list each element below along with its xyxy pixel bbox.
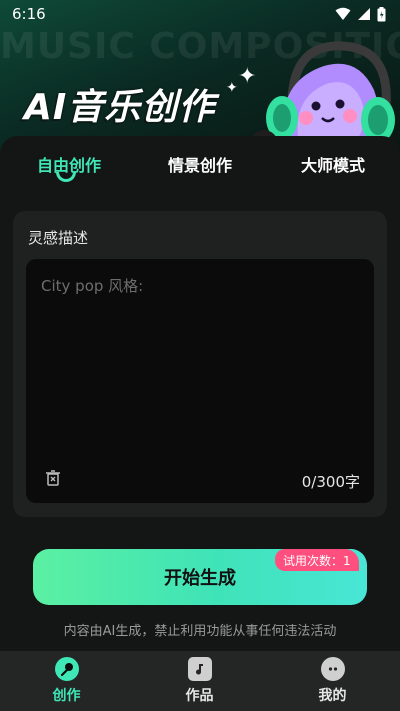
start-generate-label: 开始生成 (164, 568, 236, 589)
inspiration-label: 灵感描述 (28, 229, 89, 247)
signal-icon (358, 8, 370, 20)
inspiration-placeholder: City pop 风格: (41, 277, 144, 295)
bottom-nav: 创作 作品 我的 (0, 651, 400, 711)
status-time: 6:16 (12, 5, 46, 23)
nav-label-profile: 我的 (318, 688, 347, 704)
mic-icon (54, 657, 79, 681)
nav-item-works[interactable]: 作品 (133, 651, 266, 711)
nav-item-profile[interactable]: 我的 (266, 651, 399, 711)
trial-count-badge: 试用次数：1 (275, 549, 359, 571)
nav-label-create: 创作 (52, 688, 81, 704)
hero-title: AI音乐创作 (24, 87, 216, 128)
character-counter: 0/300字 (301, 473, 360, 491)
battery-icon (377, 6, 386, 21)
wifi-icon (335, 7, 351, 20)
ai-disclaimer: 内容由AI生成，禁止利用功能从事任何违法活动 (63, 624, 337, 639)
status-bar: 6:16 (0, 0, 400, 28)
clear-trash-icon[interactable] (44, 469, 62, 487)
nav-item-create[interactable]: 创作 (0, 651, 133, 711)
nav-label-works: 作品 (185, 688, 214, 704)
mascot-icon (254, 41, 395, 148)
music-note-icon (187, 657, 212, 681)
tab-scenario-creation[interactable]: 情景创作 (168, 152, 232, 176)
tab-master-mode[interactable]: 大师模式 (301, 152, 365, 176)
profile-face-icon (320, 657, 345, 681)
status-icons (335, 6, 386, 22)
sparkle-icon: ✦ (226, 80, 238, 96)
